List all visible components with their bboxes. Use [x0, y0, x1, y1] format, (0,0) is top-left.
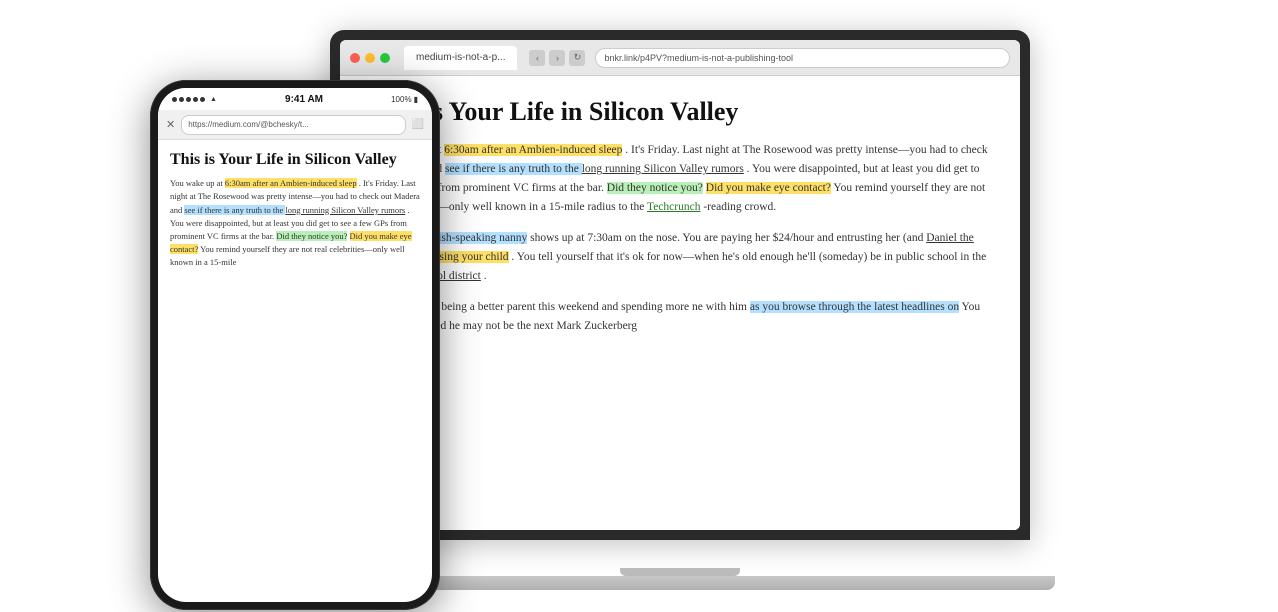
- battery-status: 100% ▮: [391, 95, 418, 104]
- highlight-see-if-there: see if there is any truth to the: [445, 163, 582, 175]
- tab-label: medium-is-not-a-p...: [416, 52, 505, 63]
- article-paragraph-1: You wake up at 6:30am after an Ambien-in…: [370, 141, 990, 217]
- battery-percent: 100%: [391, 95, 411, 104]
- p2-text-end: .: [484, 270, 487, 282]
- browser-nav: ‹ › ↻: [529, 50, 585, 66]
- article-body: You wake up at 6:30am after an Ambien-in…: [370, 141, 990, 336]
- highlight-browse-headlines: as you browse through the latest headlin…: [750, 301, 959, 313]
- p3-text-mid: ne with him: [692, 301, 750, 313]
- traffic-lights: [350, 53, 390, 63]
- phone-article-body: You wake up at 6:30am after an Ambien-in…: [170, 177, 420, 269]
- status-time: 9:41 AM: [285, 94, 323, 105]
- laptop-screen: medium-is-not-a-p... ‹ › ↻ bnkr.link/p4P…: [340, 40, 1020, 530]
- phone-highlight-see-if: see if there is any truth to the: [184, 205, 285, 215]
- signal-dot-3: [186, 97, 191, 102]
- phone-content: This is Your Life in Silicon Valley You …: [158, 140, 432, 602]
- highlight-eye-contact: Did you make eye contact?: [706, 182, 831, 194]
- forward-button[interactable]: ›: [549, 50, 565, 66]
- signal-dot-5: [200, 97, 205, 102]
- link-techcrunch[interactable]: Techcrunch: [647, 201, 700, 213]
- wifi-icon: ▲: [210, 96, 217, 103]
- close-icon[interactable]: [350, 53, 360, 63]
- phone-screen: ▲ 9:41 AM 100% ▮ ✕ https://medium.com/@b…: [158, 88, 432, 602]
- phone: ▲ 9:41 AM 100% ▮ ✕ https://medium.com/@b…: [150, 80, 440, 610]
- phone-highlight-notice: Did they notice you?: [276, 231, 347, 241]
- url-text: bnkr.link/p4PV?medium-is-not-a-publishin…: [604, 53, 793, 63]
- signal-dot-1: [172, 97, 177, 102]
- link-silicon-valley-rumors[interactable]: long running Silicon Valley rumors: [582, 163, 744, 175]
- article-title: This is Your Life in Silicon Valley: [370, 96, 990, 127]
- browser-bar: medium-is-not-a-p... ‹ › ↻ bnkr.link/p4P…: [340, 40, 1020, 76]
- phone-body: ▲ 9:41 AM 100% ▮ ✕ https://medium.com/@b…: [150, 80, 440, 610]
- phone-browser-bar: ✕ https://medium.com/@bchesky/t... ⬜: [158, 110, 432, 140]
- phone-share-button[interactable]: ⬜: [412, 119, 424, 130]
- signal-strength: ▲: [172, 96, 217, 103]
- phone-paragraph-1: You wake up at 6:30am after an Ambien-in…: [170, 177, 420, 269]
- refresh-button[interactable]: ↻: [569, 50, 585, 66]
- signal-dot-2: [179, 97, 184, 102]
- phone-url-text: https://medium.com/@bchesky/t...: [188, 120, 309, 129]
- fullscreen-icon[interactable]: [380, 53, 390, 63]
- phone-url-bar[interactable]: https://medium.com/@bchesky/t...: [181, 115, 405, 135]
- phone-highlight-ambien: 6:30am after an Ambien-induced sleep: [225, 178, 357, 188]
- phone-p1-end: You remind yourself they are not real ce…: [170, 244, 405, 267]
- phone-p1-before: You wake up at: [170, 178, 225, 188]
- phone-link-sv-rumors[interactable]: long running Silicon Valley rumors: [285, 205, 405, 215]
- phone-article-title: This is Your Life in Silicon Valley: [170, 150, 420, 169]
- article-paragraph-3: You commit to being a better parent this…: [370, 298, 990, 336]
- signal-dot-4: [193, 97, 198, 102]
- article-paragraph-2: Your non-English-speaking nanny shows up…: [370, 229, 990, 286]
- phone-close-button[interactable]: ✕: [166, 118, 175, 131]
- p2-text-mid: shows up at 7:30am on the nose. You are …: [530, 232, 926, 244]
- phone-status-bar: ▲ 9:41 AM 100% ▮: [158, 88, 432, 110]
- highlight-ambien: 6:30am after an Ambien-induced sleep: [444, 144, 622, 156]
- battery-icon: ▮: [414, 95, 418, 104]
- browser-content: This is Your Life in Silicon Valley You …: [340, 76, 1020, 530]
- minimize-icon[interactable]: [365, 53, 375, 63]
- back-button[interactable]: ‹: [529, 50, 545, 66]
- highlight-did-they-notice: Did they notice you?: [607, 182, 703, 194]
- p2-text-after: . You tell yourself that it's ok for now…: [511, 251, 986, 263]
- browser-tab[interactable]: medium-is-not-a-p...: [404, 46, 517, 70]
- laptop-notch: [620, 568, 740, 576]
- p1-text-final: -reading crowd.: [703, 201, 776, 213]
- address-bar[interactable]: bnkr.link/p4PV?medium-is-not-a-publishin…: [595, 48, 1010, 68]
